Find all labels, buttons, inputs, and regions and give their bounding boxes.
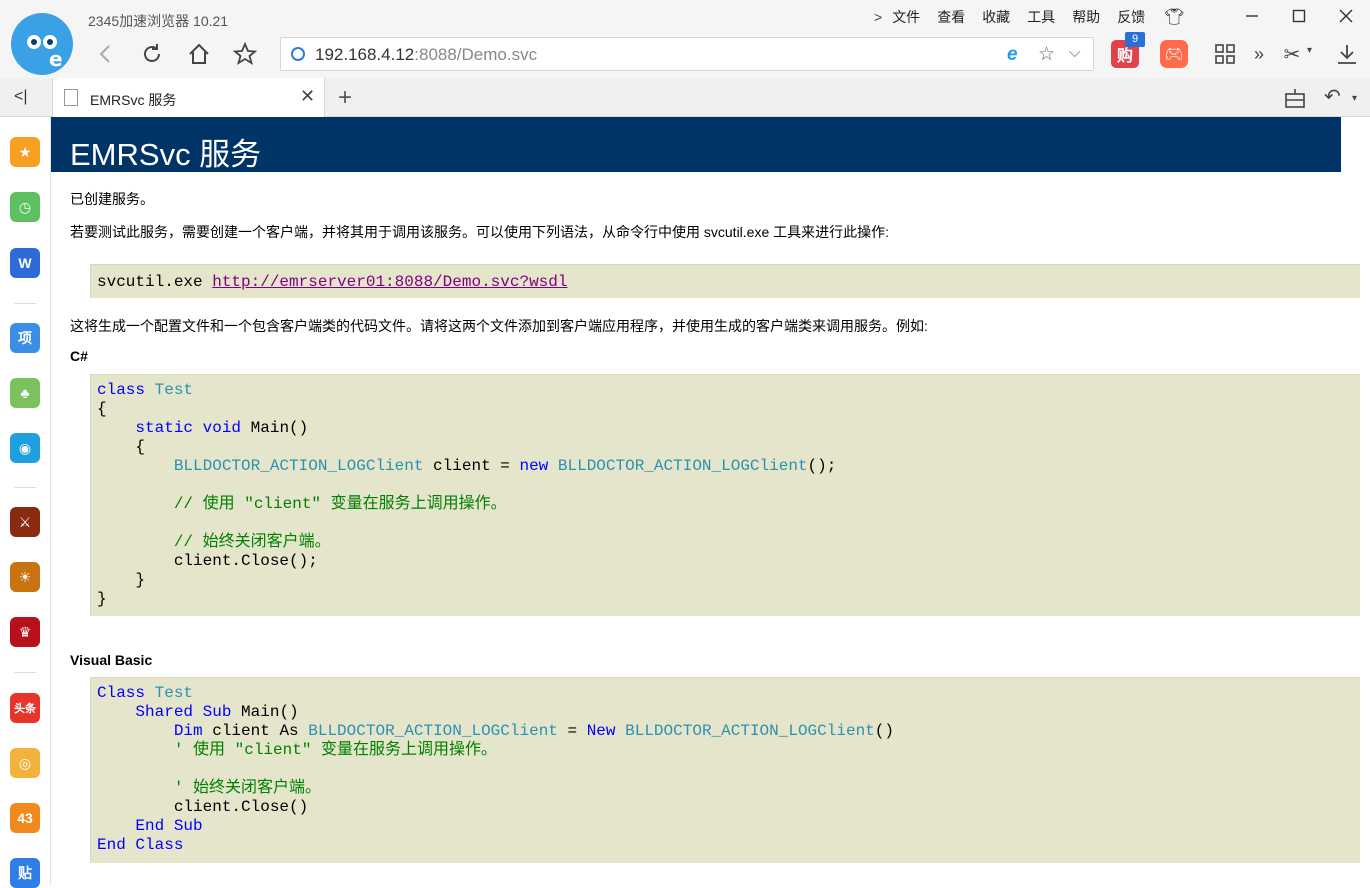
bookmark-star-button[interactable]: [231, 40, 259, 68]
sidebar-history-icon[interactable]: ◷: [10, 192, 40, 222]
address-url[interactable]: 192.168.4.12:8088/Demo.svc: [315, 45, 537, 65]
service-created-text: 已创建服务。: [70, 191, 154, 207]
browser-logo-icon: e: [11, 13, 73, 75]
tab-bar: <| EMRSvc 服务 ✕ + ↶ ▾: [0, 78, 1370, 117]
sidebar-game1-icon[interactable]: ⚔: [10, 507, 40, 537]
sidebar-toutiao-icon[interactable]: 头条: [10, 693, 40, 723]
sidebar-4399-icon[interactable]: 43: [10, 803, 40, 833]
csharp-heading: C#: [70, 348, 88, 364]
undo-close-tab-icon[interactable]: ↶: [1324, 84, 1341, 109]
browser-titlebar: e 2345加速浏览器 10.21 > 文件 查看 收藏 工具 帮助 反馈 👕︎…: [0, 0, 1370, 78]
vb-heading: Visual Basic: [70, 652, 153, 668]
shopping-badge: 9: [1125, 32, 1145, 47]
wsdl-link[interactable]: http://emrserver01:8088/Demo.svc?wsdl: [212, 273, 567, 291]
sidebar-tieba-icon[interactable]: 贴: [10, 858, 40, 888]
sidebar-game3-icon[interactable]: ♛: [10, 617, 40, 647]
sidebar-favorites-icon[interactable]: ★: [10, 137, 40, 167]
generation-text: 这将生成一个配置文件和一个包含客户端类的代码文件。请将这两个文件添加到客户端应用…: [70, 318, 928, 334]
screenshot-dropdown-icon[interactable]: ▾: [1307, 45, 1312, 56]
sidebar-weibo-icon[interactable]: ◎: [10, 748, 40, 778]
vb-code: Class Test Shared Sub Main() Dim client …: [97, 684, 894, 854]
svcutil-codebox: svcutil.exe http://emrserver01:8088/Demo…: [90, 264, 1360, 298]
page-icon: [64, 89, 78, 106]
csharp-codebox: class Test { static void Main() { BLLDOC…: [90, 374, 1360, 616]
left-sidebar: ★ ◷ W 项 ♣ ◉ ⚔ ☀ ♛ 头条 ◎ 43 贴: [0, 117, 51, 888]
maximize-button[interactable]: [1287, 4, 1311, 28]
menu-feedback[interactable]: 反馈: [1117, 7, 1145, 27]
new-tab-button[interactable]: +: [338, 84, 352, 112]
vb-codebox: Class Test Shared Sub Main() Dim client …: [90, 677, 1360, 863]
ie-mode-icon[interactable]: e: [1007, 44, 1018, 66]
page-content: EMRSvc 服务 已创建服务。 若要测试此服务，需要创建一个客户端，并将其用于…: [51, 117, 1370, 885]
sidebar-project-icon[interactable]: 项: [10, 323, 40, 353]
sidebar-cactus-icon[interactable]: ♣: [10, 378, 40, 408]
back-button[interactable]: [92, 40, 120, 68]
test-instructions-text: 若要测试此服务，需要创建一个客户端，并将其用于调用该服务。可以使用下列语法，从命…: [70, 224, 890, 240]
tab-emrsvc[interactable]: EMRSvc 服务 ✕: [52, 78, 325, 117]
address-dropdown-icon[interactable]: ⌵: [1069, 44, 1080, 61]
refresh-button[interactable]: [138, 40, 166, 68]
menu-view[interactable]: 查看: [937, 7, 965, 27]
app-title: 2345加速浏览器 10.21: [88, 13, 229, 29]
menu-tools[interactable]: 工具: [1027, 7, 1055, 27]
undo-dropdown-icon[interactable]: ▾: [1352, 93, 1357, 104]
sidebar-divider: [14, 672, 36, 673]
menu-file[interactable]: 文件: [892, 7, 920, 27]
page-title: EMRSvc 服务: [70, 137, 262, 172]
more-chevron-icon[interactable]: »: [1245, 40, 1273, 68]
close-window-button[interactable]: [1334, 4, 1358, 28]
download-icon[interactable]: [1333, 40, 1361, 68]
favorite-star-icon[interactable]: ☆: [1038, 43, 1055, 66]
collapse-sidebar-icon[interactable]: <|: [14, 88, 28, 106]
tab-label: EMRSvc 服务: [90, 92, 177, 108]
svcutil-command: svcutil.exe http://emrserver01:8088/Demo…: [97, 273, 568, 291]
sidebar-bird-icon[interactable]: ◉: [10, 433, 40, 463]
sidebar-game2-icon[interactable]: ☀: [10, 562, 40, 592]
sidebar-word-icon[interactable]: W: [10, 248, 40, 278]
menu-help[interactable]: 帮助: [1072, 7, 1100, 27]
screenshot-icon[interactable]: ✂: [1278, 40, 1306, 68]
heading-bar: EMRSvc 服务: [51, 117, 1341, 172]
menu-favorites[interactable]: 收藏: [982, 7, 1010, 27]
skin-icon[interactable]: 👕︎: [1164, 7, 1184, 27]
sidebar-panel-icon[interactable]: [1283, 86, 1307, 110]
menu-bar: > 文件 查看 收藏 工具 帮助 反馈 👕︎: [874, 6, 1185, 28]
sidebar-divider: [14, 487, 36, 488]
apps-grid-icon[interactable]: [1211, 40, 1239, 68]
menu-chevron-icon[interactable]: >: [874, 9, 882, 25]
address-bar[interactable]: 192.168.4.12:8088/Demo.svc e ☆ ⌵: [280, 37, 1094, 71]
game-icon[interactable]: 🎮︎: [1160, 40, 1188, 68]
security-icon[interactable]: [291, 47, 305, 61]
tab-close-icon[interactable]: ✕: [300, 86, 315, 107]
csharp-code: class Test { static void Main() { BLLDOC…: [97, 381, 837, 608]
minimize-button[interactable]: [1240, 4, 1264, 28]
home-button[interactable]: [185, 40, 213, 68]
sidebar-divider: [14, 303, 36, 304]
